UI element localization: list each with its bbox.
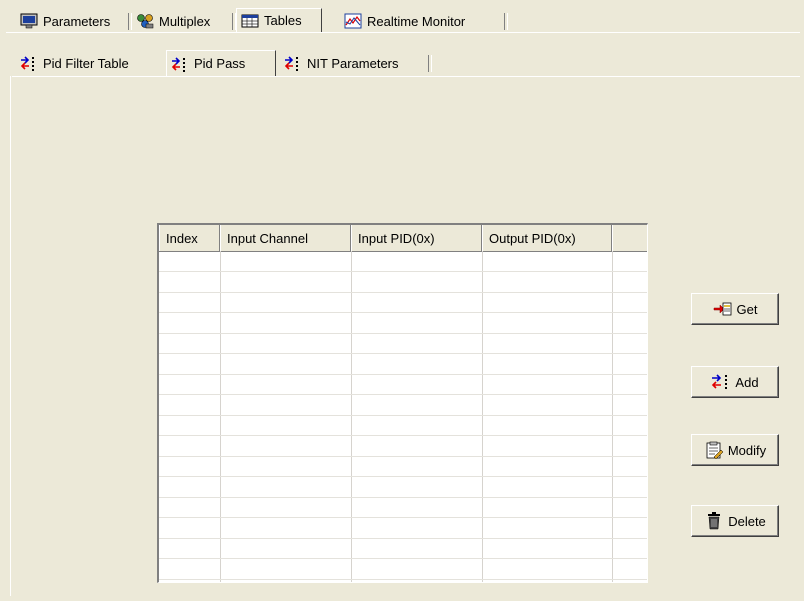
grid-row-line [159,415,647,416]
modify-button[interactable]: Modify [691,434,779,466]
grid-column-line [220,251,221,582]
tab-label: Multiplex [159,13,211,29]
delete-button-label: Delete [728,513,766,529]
grid-column-line [612,251,613,582]
tab-realtime-monitor[interactable]: Realtime Monitor [340,10,508,32]
grid-row-line [159,456,647,457]
column-header-output-pid[interactable]: Output PID(0x) [482,225,612,251]
grid-row-line [159,435,647,436]
tab-multiplex[interactable]: Multiplex [132,10,236,32]
add-button[interactable]: Add [691,366,779,398]
tab-label: Parameters [43,13,111,29]
tab-label: Realtime Monitor [367,13,466,29]
grid-row-line [159,271,647,272]
add-button-label: Add [735,374,759,390]
tab-label: Pid Pass [194,56,246,71]
grid-row-line [159,333,647,334]
grid-row-line [159,517,647,518]
chart-icon [344,13,362,29]
pid-arrows-icon [284,55,302,71]
grid-row-line [159,374,647,375]
tab-parameters[interactable]: Parameters [16,10,132,32]
get-button[interactable]: Get [691,293,779,325]
tab-label: Pid Filter Table [43,55,129,71]
grid-row-line [159,538,647,539]
column-header-input-pid[interactable]: Input PID(0x) [351,225,482,251]
subpanel-left-edge [10,76,11,596]
pid-pass-table[interactable]: Index Input Channel Input PID(0x) Output… [157,223,648,583]
tab-nit-parameters[interactable]: NIT Parameters [280,52,432,74]
trash-icon [704,512,724,530]
grid-column-line [351,251,352,582]
column-header-input-channel[interactable]: Input Channel [220,225,351,251]
pid-arrows-icon [20,55,38,71]
grid-row-line [159,312,647,313]
subpanel-edge [12,76,800,77]
multiplex-icon [136,13,154,29]
grid-row-line [159,394,647,395]
tab-pid-pass[interactable]: Pid Pass [166,50,276,76]
grid-row-line [159,579,647,580]
grid-column-line [482,251,483,582]
pid-arrows-icon [171,56,189,72]
main-tab-strip: Parameters Multiplex Tables Realtime Mon… [0,0,804,46]
grid-row-line [159,476,647,477]
column-header-blank[interactable] [612,225,647,251]
table-icon [241,13,259,29]
panel-edge [6,32,800,33]
tab-pid-filter-table[interactable]: Pid Filter Table [16,52,164,74]
get-icon [713,300,733,318]
grid-row-line [159,497,647,498]
modify-button-label: Modify [727,442,767,458]
get-button-label: Get [736,301,758,317]
grid-row-line [159,558,647,559]
pid-arrows-icon [711,373,731,391]
column-header-index[interactable]: Index [159,225,220,251]
tab-label: NIT Parameters [307,55,399,71]
modify-icon [704,441,724,460]
monitor-icon [20,13,38,29]
tab-tables[interactable]: Tables [236,8,322,32]
table-header: Index Input Channel Input PID(0x) Output… [159,225,647,252]
tab-label: Tables [264,13,302,28]
delete-button[interactable]: Delete [691,505,779,537]
grid-row-line [159,292,647,293]
grid-row-line [159,353,647,354]
